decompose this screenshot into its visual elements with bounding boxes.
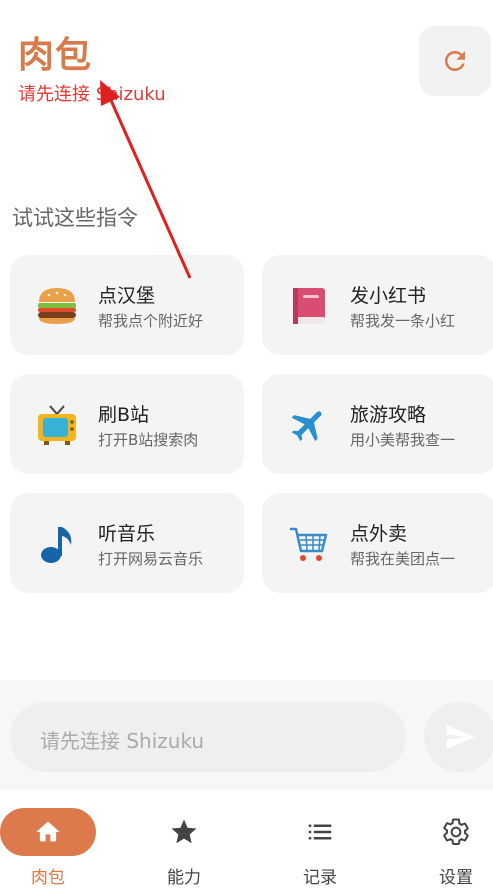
card-subtitle: 用小美帮我查一 <box>350 431 456 449</box>
card-subtitle: 帮我在美团点一 <box>350 550 456 568</box>
suggestion-card-bilibili[interactable]: 刷B站 打开B站搜索肉 <box>10 374 244 474</box>
message-input-placeholder: 请先连接 Shizuku <box>40 729 205 753</box>
card-subtitle: 帮我点个附近好 <box>98 312 204 330</box>
nav-label: 肉包 <box>31 868 65 888</box>
airplane-icon <box>286 402 332 448</box>
card-subtitle: 打开B站搜索肉 <box>98 431 199 449</box>
nav-item-settings[interactable]: 设置 <box>394 790 493 888</box>
bottom-nav: 肉包 能力 记录 设置 <box>0 790 493 888</box>
suggestion-card-takeout[interactable]: 点外卖 帮我在美团点一 <box>262 493 493 593</box>
home-icon <box>36 821 60 842</box>
message-input[interactable]: 请先连接 Shizuku <box>10 702 406 772</box>
suggestion-card-travel[interactable]: 旅游攻略 用小美帮我查一 <box>262 374 493 474</box>
nav-settings-pill[interactable] <box>408 808 493 856</box>
card-subtitle: 帮我发一条小红 <box>350 312 456 330</box>
gear-icon <box>443 818 469 846</box>
refresh-button[interactable] <box>419 26 491 96</box>
nav-item-records[interactable]: 记录 <box>272 790 372 888</box>
card-subtitle: 打开网易云音乐 <box>98 550 204 568</box>
burger-icon <box>34 283 80 329</box>
star-icon <box>171 819 197 844</box>
connection-status: 请先连接 Shizuku <box>18 84 166 105</box>
card-title: 旅游攻略 <box>350 404 427 426</box>
tv-icon <box>34 402 80 448</box>
book-icon <box>286 283 332 329</box>
nav-item-abilities[interactable]: 能力 <box>136 790 236 888</box>
suggestion-card-xiaohongshu[interactable]: 发小红书 帮我发一条小红 <box>262 255 493 355</box>
card-title: 听音乐 <box>98 523 156 545</box>
app-title: 肉包 <box>18 35 93 76</box>
nav-label: 能力 <box>167 868 201 888</box>
card-title: 发小红书 <box>350 285 427 307</box>
nav-abilities-pill[interactable] <box>136 808 232 856</box>
nav-label: 记录 <box>303 868 337 888</box>
nav-records-pill[interactable] <box>272 808 368 856</box>
shopping-cart-icon <box>286 521 332 567</box>
section-title: 试试这些指令 <box>12 206 138 230</box>
nav-label: 设置 <box>439 868 473 888</box>
music-note-icon <box>34 521 80 567</box>
nav-item-home[interactable]: 肉包 <box>0 790 100 888</box>
list-icon <box>308 824 332 840</box>
suggestion-card-burger[interactable]: 点汉堡 帮我点个附近好 <box>10 255 244 355</box>
nav-home-pill[interactable] <box>0 808 96 856</box>
send-icon <box>446 725 475 749</box>
card-title: 刷B站 <box>98 404 150 426</box>
card-title: 点外卖 <box>350 523 408 545</box>
suggestion-card-music[interactable]: 听音乐 打开网易云音乐 <box>10 493 244 593</box>
send-button[interactable] <box>424 702 493 772</box>
card-title: 点汉堡 <box>98 285 156 307</box>
refresh-icon <box>444 50 465 71</box>
